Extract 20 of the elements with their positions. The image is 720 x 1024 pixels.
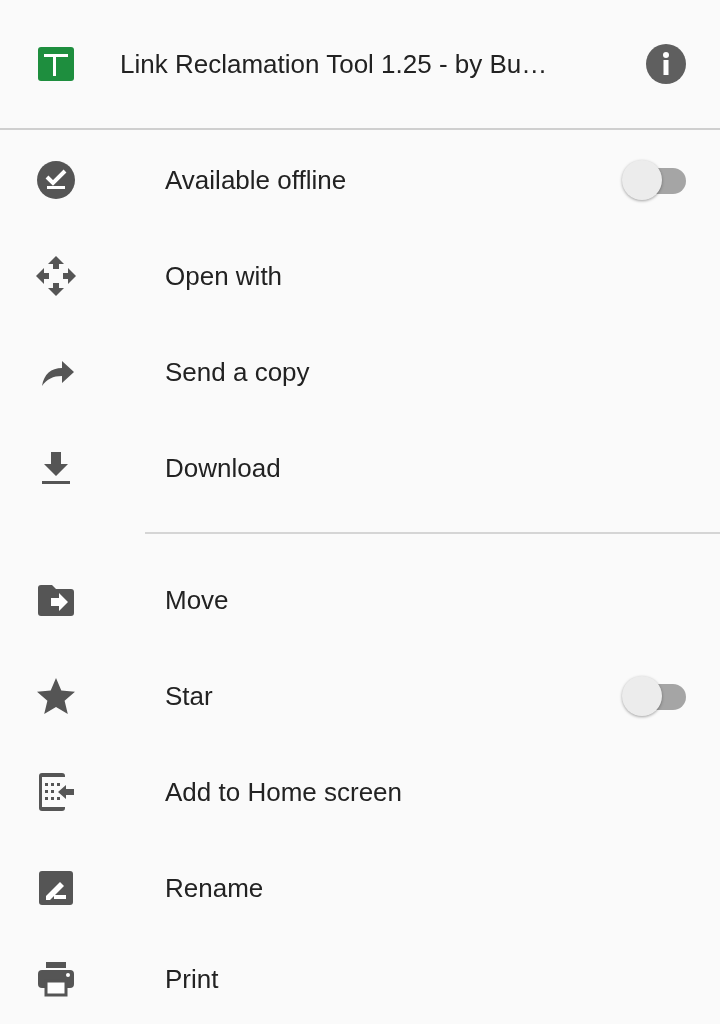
toggle-switch[interactable] bbox=[622, 160, 686, 200]
star-icon bbox=[36, 676, 76, 716]
menu-item[interactable]: Add to Home screen bbox=[0, 744, 720, 840]
menu-item[interactable]: Rename bbox=[0, 840, 720, 936]
menu-item[interactable]: Star bbox=[0, 648, 720, 744]
offline-check-icon bbox=[36, 160, 76, 200]
menu-item[interactable]: Send a copy bbox=[0, 324, 720, 420]
menu-item[interactable]: Available offline bbox=[0, 132, 720, 228]
printer-icon bbox=[36, 959, 76, 999]
file-title: Link Reclamation Tool 1.25 - by Bu… bbox=[120, 47, 549, 81]
menu-item[interactable]: Download bbox=[0, 420, 720, 516]
menu-item[interactable]: Print bbox=[0, 936, 720, 1022]
menu-item[interactable]: Move bbox=[0, 552, 720, 648]
toggle-switch[interactable] bbox=[622, 676, 686, 716]
home-screen-icon bbox=[36, 772, 76, 812]
menu-item[interactable]: Open with bbox=[0, 228, 720, 324]
move-arrows-icon bbox=[36, 256, 76, 296]
spreadsheet-file-icon bbox=[36, 44, 76, 84]
edit-box-icon bbox=[36, 868, 76, 908]
info-icon[interactable] bbox=[646, 44, 686, 84]
